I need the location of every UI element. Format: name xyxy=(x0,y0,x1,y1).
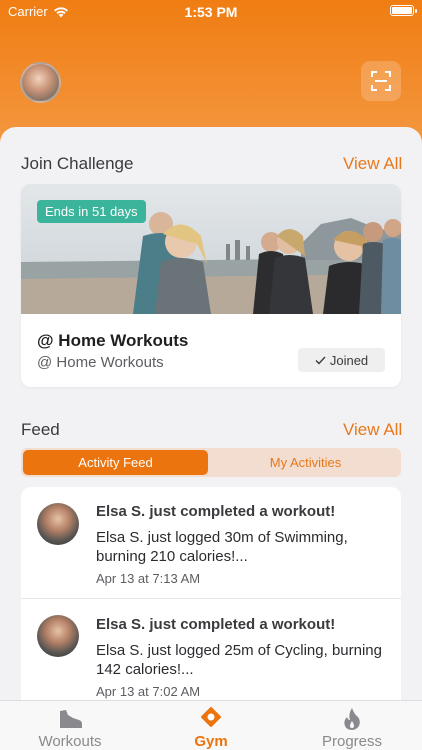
joined-badge[interactable]: Joined xyxy=(298,348,385,372)
challenge-section-title: Join Challenge xyxy=(21,154,134,173)
bottom-tab-bar: Workouts Gym Progress xyxy=(0,700,422,750)
challenge-image: Ends in 51 days xyxy=(21,184,401,314)
tab-workouts[interactable]: Workouts xyxy=(0,701,140,750)
joined-label: Joined xyxy=(329,352,369,368)
tab-activity-feed[interactable]: Activity Feed xyxy=(23,450,208,475)
challenge-subtitle: @ Home Workouts xyxy=(37,354,164,371)
feed-section-title: Feed xyxy=(21,420,60,439)
flame-icon xyxy=(344,708,360,730)
feed-item-title: Elsa S. just completed a workout! xyxy=(96,503,336,520)
status-bar: Carrier 1:53 PM xyxy=(0,0,422,24)
scan-icon xyxy=(371,71,391,91)
tab-gym-label: Gym xyxy=(194,733,228,750)
tab-progress[interactable]: Progress xyxy=(282,701,422,750)
battery-icon xyxy=(390,5,417,16)
feed-item-time: Apr 13 at 7:02 AM xyxy=(96,684,201,699)
feed-item-title: Elsa S. just completed a workout! xyxy=(96,616,336,633)
feed-item-body: Elsa S. just logged 25m of Cycling, burn… xyxy=(96,642,382,678)
feed-item-body: Elsa S. just logged 30m of Swimming, bur… xyxy=(96,529,348,565)
checkmark-icon xyxy=(315,356,326,365)
feed-item[interactable]: Elsa S. just completed a workout! Elsa S… xyxy=(21,487,401,599)
feed-avatar xyxy=(37,503,79,545)
tab-my-activities[interactable]: My Activities xyxy=(212,450,399,475)
tab-progress-label: Progress xyxy=(321,733,383,750)
challenge-card[interactable]: Ends in 51 days @ Home Workouts @ Home W… xyxy=(21,184,401,387)
tab-workouts-label: Workouts xyxy=(38,733,102,750)
shoe-icon xyxy=(60,710,82,728)
feed-item-time: Apr 13 at 7:13 AM xyxy=(96,571,201,586)
challenge-ends-badge: Ends in 51 days xyxy=(37,200,146,223)
scan-button[interactable] xyxy=(361,61,401,101)
location-pin-icon xyxy=(201,707,221,727)
profile-avatar[interactable] xyxy=(20,62,61,103)
feed-avatar xyxy=(37,615,79,657)
feed-segmented-control: Activity Feed My Activities xyxy=(21,448,401,477)
feed-view-all-link[interactable]: View All xyxy=(343,420,402,440)
feed-list: Elsa S. just completed a workout! Elsa S… xyxy=(21,487,401,727)
challenge-title: @ Home Workouts xyxy=(37,331,189,350)
status-time: 1:53 PM xyxy=(184,4,238,20)
tab-gym[interactable]: Gym xyxy=(141,701,281,750)
challenge-view-all-link[interactable]: View All xyxy=(343,154,402,174)
